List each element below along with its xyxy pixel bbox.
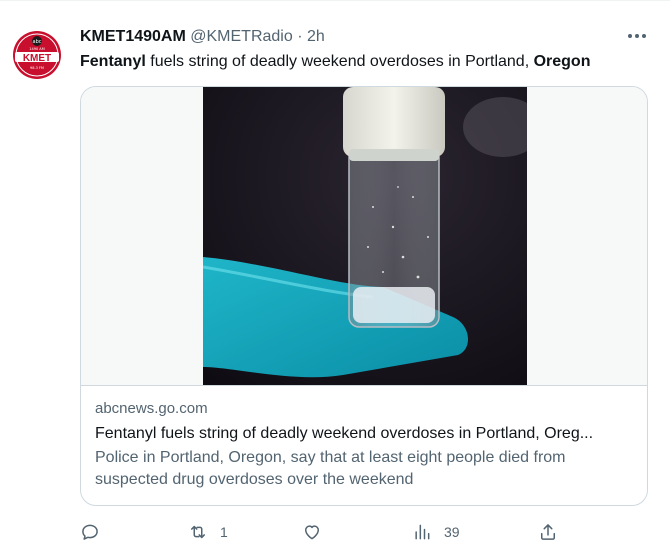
- avatar-network-mark: abc: [33, 39, 42, 45]
- more-button[interactable]: [622, 26, 652, 46]
- like-button[interactable]: [302, 520, 334, 544]
- handle[interactable]: @KMETRadio: [190, 28, 293, 45]
- more-icon-dot: [635, 34, 639, 38]
- card-image[interactable]: [81, 87, 647, 386]
- timestamp[interactable]: 2h: [307, 28, 325, 45]
- separator: ·: [297, 28, 303, 45]
- top-divider: [0, 0, 670, 1]
- action-bar: 1 39: [80, 520, 650, 544]
- tweet-text-middle: fuels string of deadly weekend overdoses…: [145, 53, 534, 70]
- card-info[interactable]: abcnews.go.com Fentanyl fuels string of …: [95, 399, 635, 491]
- tweet-text-bold-end: Oregon: [533, 53, 591, 70]
- tweet-header: KMET1490AM @KMETRadio · 2h: [80, 27, 325, 47]
- retweet-icon: [191, 525, 205, 539]
- views-icon: [415, 524, 430, 540]
- views-button[interactable]: 39: [412, 520, 460, 544]
- tweet-text: Fentanyl fuels string of deadly weekend …: [80, 52, 590, 72]
- card-description: Police in Portland, Oregon, say that at …: [95, 449, 566, 488]
- retweet-button[interactable]: 1: [188, 520, 228, 544]
- avatar-callsign: KMET: [23, 53, 51, 64]
- card-title: Fentanyl fuels string of deadly weekend …: [95, 425, 594, 442]
- card-domain: abcnews.go.com: [95, 400, 208, 417]
- share-icon: [541, 524, 555, 540]
- kmet-logo: abc 1490 AM KMET 98.3 FM: [13, 31, 61, 79]
- views-count: 39: [444, 524, 460, 540]
- avatar[interactable]: abc 1490 AM KMET 98.3 FM: [12, 30, 62, 80]
- tweet-text-bold-start: Fentanyl: [80, 53, 146, 70]
- more-icon-dot: [642, 34, 646, 38]
- more-icon-dot: [628, 34, 632, 38]
- display-name[interactable]: KMET1490AM: [80, 28, 186, 45]
- reply-button[interactable]: [80, 520, 112, 544]
- share-button[interactable]: [538, 520, 558, 544]
- avatar-frequency: 98.3 FM: [30, 66, 44, 70]
- reply-icon: [82, 524, 98, 540]
- vial-photo: [203, 87, 527, 385]
- retweet-count: 1: [220, 524, 228, 540]
- avatar-tagline: 1490 AM: [29, 47, 44, 51]
- like-icon: [305, 525, 319, 540]
- link-card[interactable]: abcnews.go.com Fentanyl fuels string of …: [80, 86, 648, 506]
